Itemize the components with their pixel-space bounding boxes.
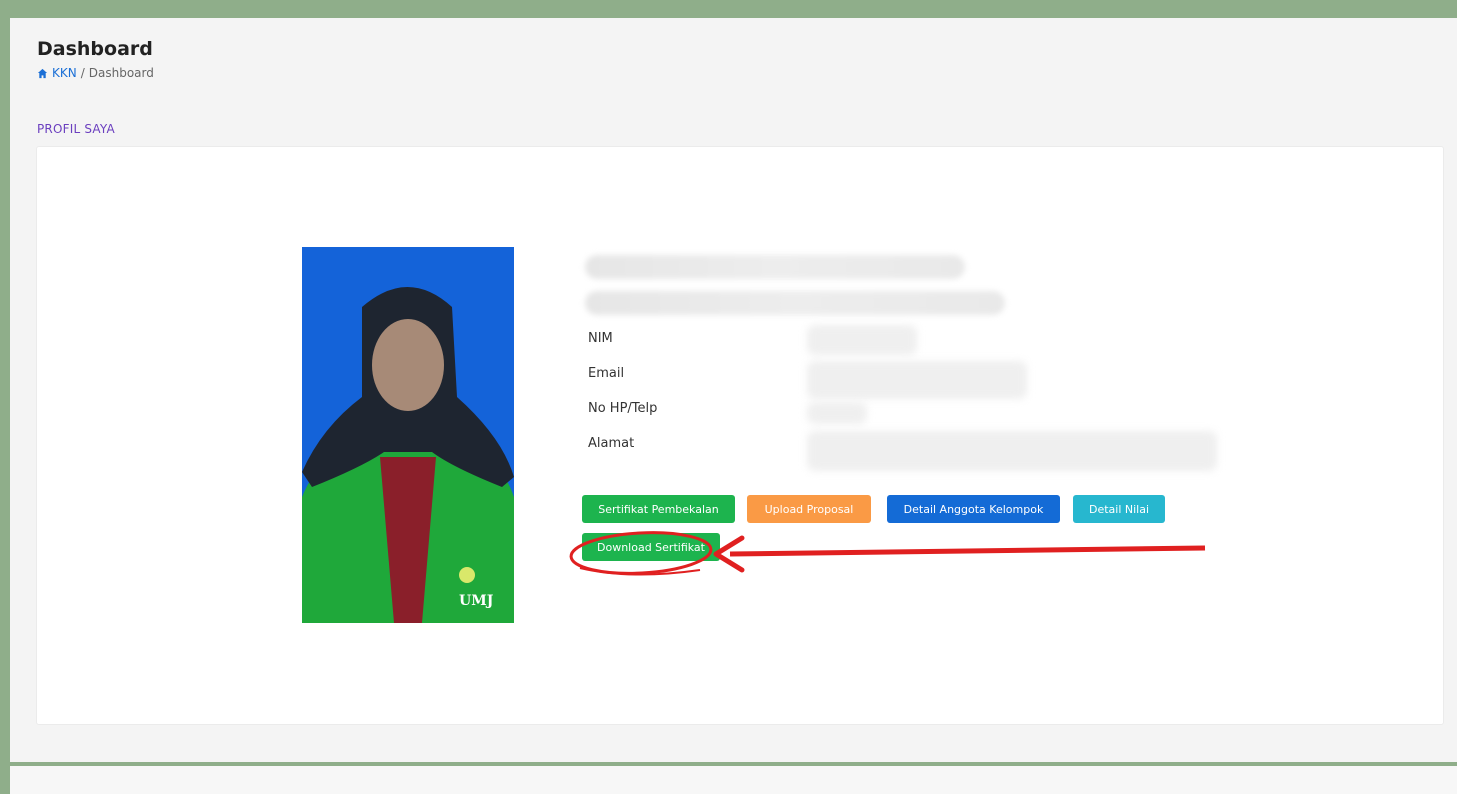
- section-heading: PROFIL SAYA: [37, 122, 115, 136]
- profile-photo: UMJ: [302, 247, 514, 623]
- dashboard-frame: Dashboard KKN / Dashboard PROFIL SAYA UM…: [10, 18, 1457, 762]
- breadcrumb-separator: /: [80, 66, 85, 80]
- footer-strip: [10, 766, 1457, 794]
- detail-nilai-button[interactable]: Detail Nilai: [1073, 495, 1165, 523]
- label-nim: NIM: [588, 331, 613, 346]
- breadcrumb-current: Dashboard: [88, 66, 154, 80]
- breadcrumb-link-kkn[interactable]: KKN: [52, 66, 77, 80]
- home-icon: [37, 68, 48, 78]
- page-title: Dashboard: [37, 38, 153, 60]
- download-sertifikat-button[interactable]: Download Sertifikat: [582, 533, 720, 561]
- profile-card: UMJ NIM Email No HP/Telp Alamat Sertifik…: [36, 146, 1444, 725]
- upload-proposal-button[interactable]: Upload Proposal: [747, 495, 871, 523]
- label-email: Email: [588, 366, 625, 381]
- umj-logo: UMJ: [459, 593, 494, 609]
- detail-anggota-kelompok-button[interactable]: Detail Anggota Kelompok: [887, 495, 1060, 523]
- name-redacted: [585, 255, 965, 279]
- name-redacted-line-2: [585, 291, 1005, 315]
- label-phone: No HP/Telp: [588, 401, 658, 416]
- sertifikat-pembekalan-button[interactable]: Sertifikat Pembekalan: [582, 495, 735, 523]
- value-redacted: [807, 361, 1027, 399]
- breadcrumb: KKN / Dashboard: [37, 66, 154, 80]
- value-redacted: [807, 402, 867, 424]
- value-redacted: [807, 431, 1217, 471]
- label-address: Alamat: [588, 436, 635, 451]
- value-redacted: [807, 325, 917, 355]
